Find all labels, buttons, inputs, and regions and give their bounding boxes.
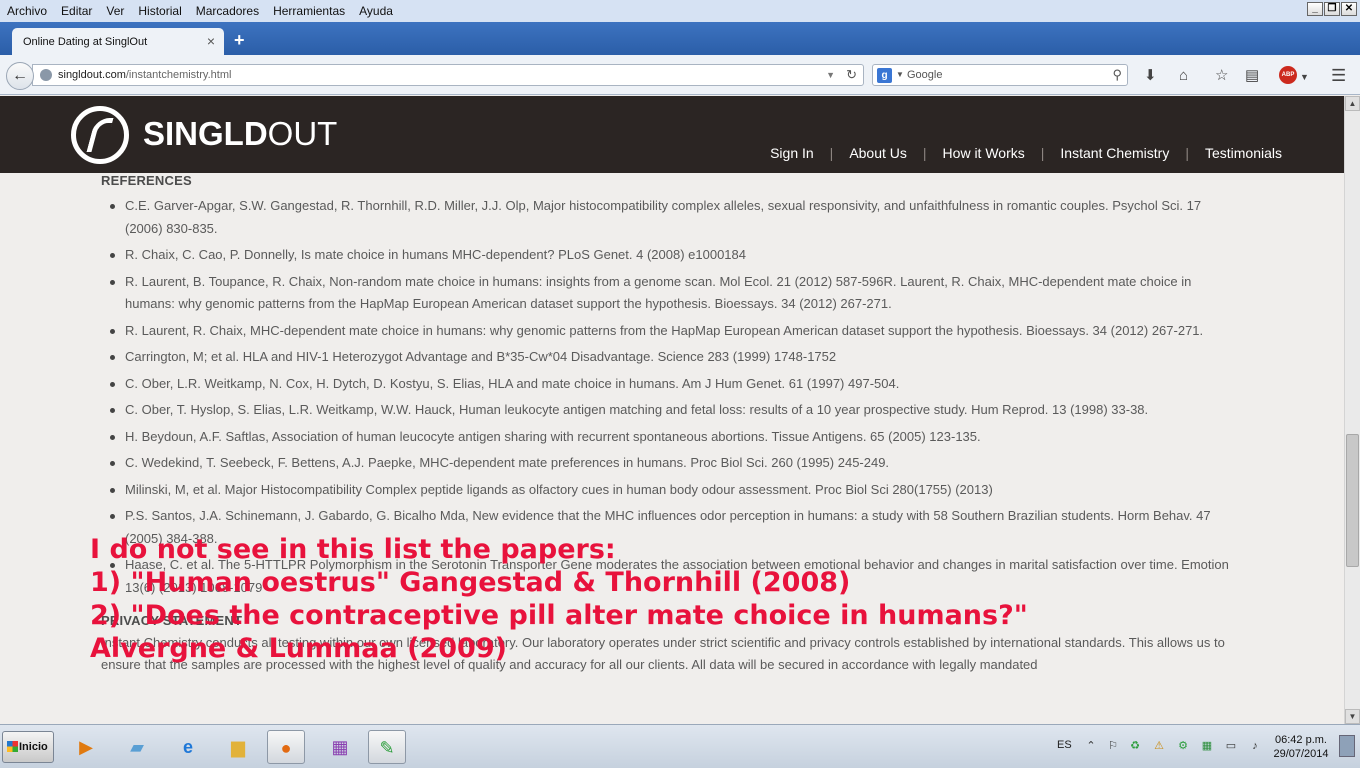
annotation-line: 2) "Does the contraceptive pill alter ma… [90, 600, 1028, 631]
site-nav: Sign In | About Us | How it Works | Inst… [770, 145, 1282, 161]
menu-editar[interactable]: Editar [54, 4, 99, 18]
media-player-icon[interactable]: ▶ [67, 730, 105, 764]
firefox-icon[interactable]: ● [267, 730, 305, 764]
site-logo-text[interactable]: SINGLDOUT [143, 115, 337, 153]
tiles-tray-icon[interactable]: ▦ [1200, 739, 1214, 753]
notepad-icon[interactable]: ▰ [118, 730, 156, 764]
volume-icon[interactable]: ♪ [1248, 739, 1262, 753]
search-icon[interactable]: ⚲ [1112, 65, 1122, 85]
clock-time: 06:42 p.m. [1275, 734, 1327, 746]
search-placeholder: Google [907, 69, 943, 81]
menu-icon[interactable]: ☰ [1331, 67, 1346, 84]
nav-how-it-works[interactable]: How it Works [943, 145, 1025, 161]
close-window-button[interactable]: ✕ [1341, 2, 1357, 16]
annotation-line: 1) "Human oestrus" Gangestad & Thornhill… [90, 567, 851, 598]
folder-icon[interactable]: ▆ [219, 730, 257, 764]
download-icon[interactable]: ⬇ [1144, 68, 1157, 83]
show-desktop-button[interactable] [1339, 735, 1355, 757]
new-tab-button[interactable]: + [234, 30, 245, 51]
menu-marcadores[interactable]: Marcadores [189, 4, 266, 18]
url-path: /instantchemistry.html [125, 69, 232, 81]
pen-tool-icon[interactable]: ✎ [368, 730, 406, 764]
tab-close-icon[interactable]: × [207, 33, 215, 49]
reference-item: R. Laurent, B. Toupance, R. Chaix, Non-r… [101, 271, 1241, 316]
reference-item: C. Wedekind, T. Seebeck, F. Bettens, A.J… [101, 452, 1241, 475]
scroll-thumb[interactable] [1346, 434, 1359, 567]
home-icon[interactable]: ⌂ [1179, 68, 1188, 83]
scroll-up-icon[interactable]: ▲ [1345, 96, 1360, 111]
nav-about-us[interactable]: About Us [849, 145, 907, 161]
clock-date: 29/07/2014 [1273, 748, 1329, 760]
nav-separator: | [922, 145, 927, 161]
vertical-scrollbar[interactable]: ▲ ▼ [1344, 96, 1360, 724]
restore-button[interactable]: ❐ [1324, 2, 1340, 16]
network-icon[interactable]: ⚙ [1176, 739, 1190, 753]
reference-item: C.E. Garver-Apgar, S.W. Gangestad, R. Th… [101, 195, 1241, 240]
nav-sign-in[interactable]: Sign In [770, 145, 814, 161]
site-header: SINGLDOUT Sign In | About Us | How it Wo… [0, 96, 1344, 173]
back-button[interactable]: ← [6, 62, 34, 90]
singldout-logo-icon[interactable] [71, 106, 129, 164]
language-indicator[interactable]: ES [1057, 739, 1072, 751]
tab-title: Online Dating at SinglOut [23, 36, 148, 48]
reading-list-icon[interactable]: ▤ [1245, 68, 1259, 83]
internet-explorer-icon[interactable]: e [169, 730, 207, 764]
tiles-app-icon[interactable]: ▦ [321, 730, 359, 764]
sync-icon[interactable]: ♻ [1128, 739, 1142, 753]
adblock-dropdown-icon[interactable]: ▼ [1300, 70, 1309, 84]
minimize-button[interactable]: _ [1307, 2, 1323, 16]
reload-icon[interactable]: ↻ [846, 65, 857, 85]
scroll-down-icon[interactable]: ▼ [1345, 709, 1360, 724]
globe-icon [40, 69, 52, 81]
google-icon[interactable]: g [877, 68, 892, 83]
clock[interactable]: 06:42 p.m. 29/07/2014 [1268, 733, 1334, 761]
menu-historial[interactable]: Historial [131, 4, 188, 18]
menu-herramientas[interactable]: Herramientas [266, 4, 352, 18]
reference-item: H. Beydoun, A.F. Saftlas, Association of… [101, 426, 1241, 449]
reference-item: Carrington, M; et al. HLA and HIV-1 Hete… [101, 346, 1241, 369]
display-icon[interactable]: ▭ [1224, 739, 1238, 753]
url-host: singldout.com [58, 69, 126, 81]
reference-item: C. Ober, T. Hyslop, S. Elias, L.R. Weitk… [101, 399, 1241, 422]
reference-item: R. Laurent, R. Chaix, MHC-dependent mate… [101, 320, 1241, 343]
taskbar: Inicio ▶ ▰ e ▆ ● ▦ ✎ ES ⌃ ⚐ ♻ ⚠ ⚙ ▦ ▭ ♪ … [0, 724, 1360, 768]
nav-instant-chemistry[interactable]: Instant Chemistry [1060, 145, 1169, 161]
tab-bar: Online Dating at SinglOut × + [0, 22, 1360, 55]
menu-bar: Archivo Editar Ver Historial Marcadores … [0, 0, 1360, 22]
nav-separator: | [1040, 145, 1045, 161]
menu-archivo[interactable]: Archivo [0, 4, 54, 18]
nav-separator: | [1185, 145, 1189, 161]
search-engine-dropdown-icon[interactable]: ▼ [896, 65, 904, 85]
start-button[interactable]: Inicio [2, 731, 54, 763]
references-heading: REFERENCES [101, 173, 192, 188]
nav-separator: | [829, 145, 834, 161]
navigation-toolbar: singldout.com/instantchemistry.html ▼ ↻ … [0, 55, 1360, 95]
url-dropdown-icon[interactable]: ▼ [826, 65, 835, 85]
warning-icon[interactable]: ⚠ [1152, 739, 1166, 753]
adblock-icon[interactable]: ABP [1279, 66, 1297, 84]
reference-item: R. Chaix, C. Cao, P. Donnelly, Is mate c… [101, 244, 1241, 267]
tab-online-dating[interactable]: Online Dating at SinglOut × [12, 28, 224, 55]
menu-ver[interactable]: Ver [99, 4, 131, 18]
nav-testimonials[interactable]: Testimonials [1205, 145, 1282, 161]
bookmark-star-icon[interactable]: ☆ [1215, 68, 1228, 83]
annotation-line: Alvergne & Lummaa (2009) [90, 633, 507, 664]
reference-item: Milinski, M, et al. Major Histocompatibi… [101, 479, 1241, 502]
menu-ayuda[interactable]: Ayuda [352, 4, 400, 18]
start-label: Inicio [19, 741, 48, 753]
annotation-line: I do not see in this list the papers: [90, 534, 616, 565]
url-bar[interactable]: singldout.com/instantchemistry.html ▼ ↻ [32, 64, 864, 86]
windows-logo-icon [7, 741, 18, 752]
flag-icon[interactable]: ⚐ [1106, 739, 1120, 753]
reference-item: C. Ober, L.R. Weitkamp, N. Cox, H. Dytch… [101, 373, 1241, 396]
annotation-overlay: I do not see in this list the papers: 1)… [90, 533, 1330, 665]
search-input[interactable]: g ▼ Google ⚲ [872, 64, 1128, 86]
show-hidden-icons-icon[interactable]: ⌃ [1084, 739, 1098, 753]
